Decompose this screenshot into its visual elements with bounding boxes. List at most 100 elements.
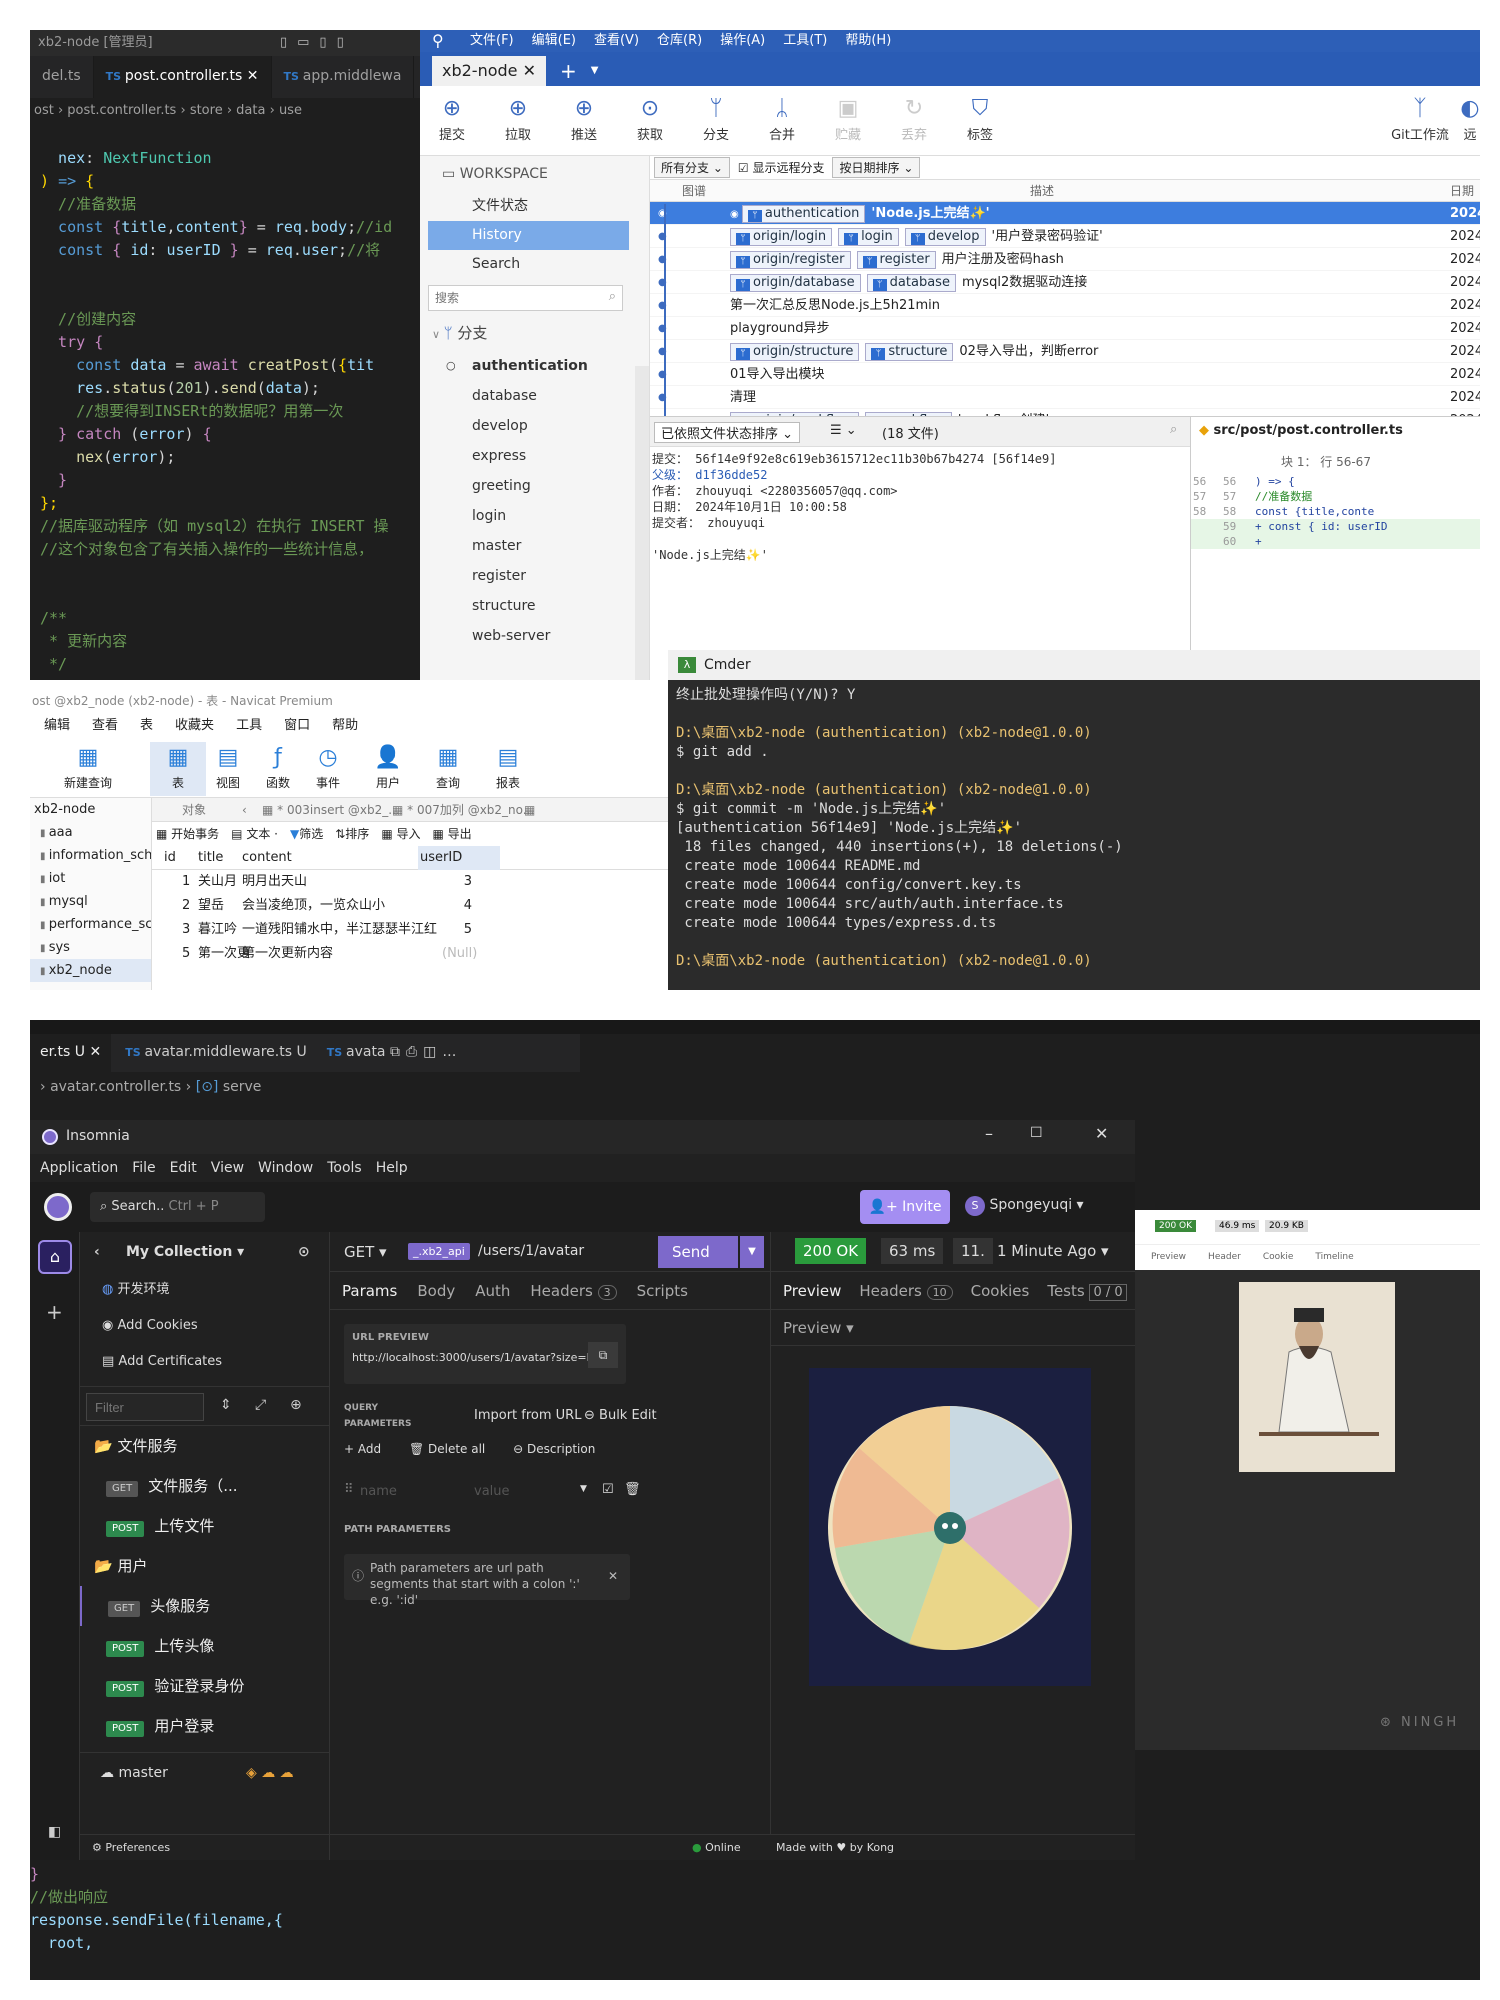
branch-item[interactable]: database <box>420 381 649 411</box>
expand-icon[interactable]: ⤢ <box>255 1397 266 1413</box>
cell[interactable]: 关山月 <box>198 870 237 894</box>
invite-button[interactable]: 👤+ Invite <box>860 1190 950 1224</box>
param-name-input[interactable]: name <box>360 1484 397 1499</box>
description-toggle[interactable]: ⊖ Description <box>513 1442 595 1456</box>
cell[interactable]: 2 <box>182 894 190 918</box>
branch-item[interactable]: develop <box>420 411 649 441</box>
list-view-icon[interactable]: ☰ ⌄ <box>830 423 857 438</box>
ws-search[interactable]: Search <box>420 250 649 279</box>
folder-item[interactable]: 📂 用户 <box>80 1546 329 1586</box>
cell[interactable]: 望岳 <box>198 894 224 918</box>
branch-search-input[interactable] <box>429 286 589 310</box>
push-button[interactable]: ⊕ 推送 <box>554 94 614 143</box>
chevron-down-icon[interactable]: ▼ <box>580 1484 587 1494</box>
branches-header[interactable]: ∨ ᛘ 分支 <box>420 315 649 351</box>
begin-transaction-button[interactable]: ▦ 开始事务 <box>156 822 219 846</box>
menu-help[interactable]: 帮助 <box>332 712 358 740</box>
column-header[interactable]: userID <box>418 846 501 870</box>
checkbox-icon[interactable]: ☑ <box>602 1482 614 1497</box>
cell[interactable]: 3 <box>442 870 472 894</box>
import-button[interactable]: ▦ 导入 <box>381 822 420 846</box>
cell[interactable]: 5 <box>442 918 472 942</box>
table-row[interactable]: 2 望岳 会当凌绝顶，一览众山小 4 <box>152 894 670 918</box>
menu-edit[interactable]: Edit <box>170 1154 197 1182</box>
request-item[interactable]: POST 验证登录身份 <box>80 1666 329 1706</box>
branch-search[interactable]: ⌕ <box>428 285 623 311</box>
sidebar-scrollbar[interactable] <box>635 366 649 680</box>
ws-history[interactable]: History <box>428 221 629 250</box>
tab-query-1[interactable]: ▦ * 003insert @xb2_... <box>262 798 400 822</box>
import-url-button[interactable]: Import from URL <box>474 1408 581 1423</box>
menu-tools[interactable]: 工具(T) <box>783 33 827 48</box>
tab-avata[interactable]: TS avata ⧉⎙◫… <box>321 1034 469 1072</box>
tool-button[interactable]: ◷ 事件 <box>300 742 356 796</box>
add-cookies-button[interactable]: ◉ Add Cookies <box>80 1308 329 1344</box>
db-tree-item[interactable]: ▮ xb2_node <box>30 959 151 982</box>
table-row[interactable]: 5 第一次更 第一次更新内容 (Null) <box>152 942 670 966</box>
tab-avatar-middleware[interactable]: TS avatar.middleware.ts U <box>111 1034 321 1072</box>
commit-row[interactable]: ● ᛘ origin/database ᛘ database mysql2数据驱动连接 20… <box>650 271 1480 294</box>
request-item[interactable]: POST 上传文件 <box>80 1506 329 1546</box>
column-header[interactable]: content <box>242 846 292 870</box>
ws-file-status[interactable]: 文件状态 <box>420 192 649 221</box>
table-row[interactable]: 3 暮江吟 一道残阳铺水中，半江瑟瑟半江红 5 <box>152 918 670 942</box>
tab-objects[interactable]: 对象 <box>182 798 206 822</box>
db-tree-item[interactable]: xb2-node <box>30 798 151 821</box>
fetch-button[interactable]: ⊙ 获取 <box>620 94 680 143</box>
db-tree-item[interactable]: ▮ sys <box>30 936 151 959</box>
history-dropdown[interactable]: 1 Minute Ago ▾ <box>997 1242 1109 1260</box>
close-icon[interactable]: ✕ <box>523 61 536 80</box>
cell[interactable]: 明月出天山 <box>242 870 307 894</box>
code-area-bottom[interactable]: } //做出响应 response.sendFile(filename,{ root… <box>30 1840 283 1980</box>
tab-post-controller[interactable]: TS post.controller.ts ✕ <box>93 56 272 98</box>
back-tab-header[interactable]: Header <box>1208 1252 1241 1270</box>
copy-icon[interactable]: ⧉ <box>588 1342 618 1368</box>
tool-button[interactable]: 👤 用户 <box>360 742 416 796</box>
env-var-tag[interactable]: _.xb2_api <box>408 1243 470 1260</box>
commit-row[interactable]: ●playground异步2024-09- <box>650 317 1480 340</box>
menu-help[interactable]: 帮助(H) <box>845 33 891 48</box>
tab-cookies[interactable]: Cookies <box>971 1272 1030 1309</box>
pull-button[interactable]: ⊕ 拉取 <box>488 94 548 143</box>
branch-item[interactable]: login <box>420 501 649 531</box>
sort-icon[interactable]: ⇕ <box>220 1397 232 1413</box>
db-tree-item[interactable]: ▮ information_sch <box>30 844 151 867</box>
commit-row[interactable]: ●第一次汇总反思Node.js上5h21min2024-09- <box>650 294 1480 317</box>
tab-tests[interactable]: Tests 0 / 0 <box>1047 1272 1127 1309</box>
tab-xb2-node[interactable]: xb2-node ✕ <box>432 56 547 86</box>
close-window-icon[interactable]: ✕ <box>1095 1124 1108 1143</box>
tab-res-headers[interactable]: Headers 10 <box>859 1272 953 1309</box>
menu-tools[interactable]: Tools <box>327 1154 362 1182</box>
git-branch-bar[interactable]: ☁ master ◈ ☁ ☁ <box>80 1752 330 1792</box>
cell[interactable]: 5 <box>182 942 190 966</box>
tab-body[interactable]: Body <box>417 1272 455 1309</box>
bulk-edit-button[interactable]: ⊖ Bulk Edit <box>584 1408 657 1423</box>
collection-run-icon[interactable]: ⊙ <box>298 1232 310 1272</box>
menu-action[interactable]: 操作(A) <box>720 33 765 48</box>
db-tree-item[interactable]: ▮ performance_sc <box>30 913 151 936</box>
menu-table[interactable]: 表 <box>140 712 153 740</box>
back-tab-cookie[interactable]: Cookie <box>1263 1252 1294 1270</box>
send-options-icon[interactable]: ▼ <box>740 1236 764 1268</box>
text-button[interactable]: ▤ 文本 · <box>231 822 278 846</box>
tab-headers[interactable]: Headers 3 <box>530 1272 617 1309</box>
back-tab-timeline[interactable]: Timeline <box>1315 1252 1353 1270</box>
layout-icons[interactable]: ▯▭▯▯ <box>280 30 354 56</box>
tab-auth[interactable]: Auth <box>475 1272 510 1309</box>
back-icon[interactable]: ‹ <box>94 1232 100 1272</box>
branch-item[interactable]: express <box>420 441 649 471</box>
url-path[interactable]: /users/1/avatar <box>478 1243 584 1259</box>
terminal-output[interactable]: 终止批处理操作吗(Y/N)? Y D:\桌面\xb2-node (authenti… <box>668 680 1480 971</box>
tab-scripts[interactable]: Scripts <box>637 1272 688 1309</box>
tab-er-ts[interactable]: er.ts U ✕ <box>30 1034 112 1072</box>
delete-all-button[interactable]: 🗑 Delete all <box>409 1442 485 1456</box>
cell[interactable]: 4 <box>442 894 472 918</box>
minimize-icon[interactable]: – <box>985 1124 993 1143</box>
maximize-icon[interactable]: ☐ <box>1030 1125 1043 1141</box>
chevron-left-icon[interactable]: ‹ <box>242 798 247 822</box>
tool-button[interactable]: ƒ 函数 <box>250 742 306 796</box>
tool-button[interactable]: ▤ 报表 <box>480 742 536 796</box>
menu-window[interactable]: 窗口 <box>284 712 310 740</box>
tool-button[interactable]: ▦ 查询 <box>420 742 476 796</box>
col-graph[interactable]: 图谱 <box>682 180 706 202</box>
